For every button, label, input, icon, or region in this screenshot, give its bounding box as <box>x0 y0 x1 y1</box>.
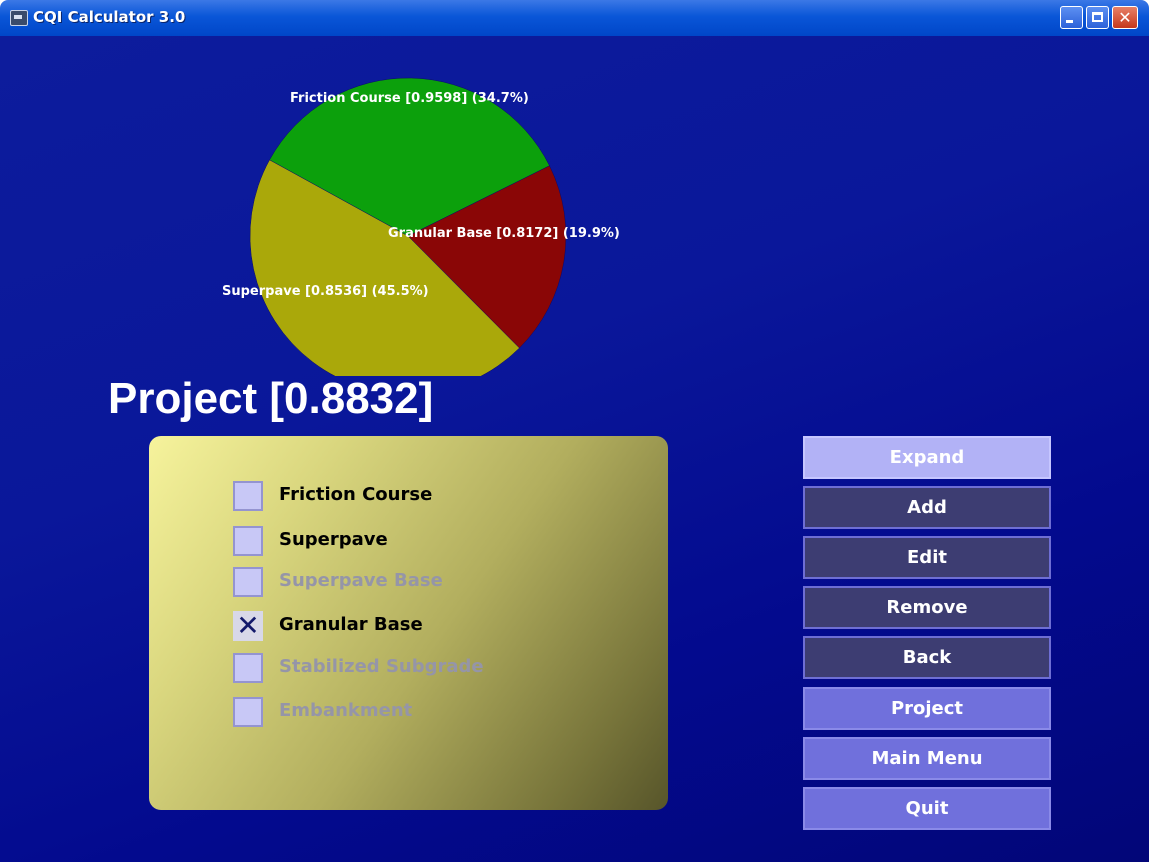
checkbox-granular-base[interactable]: ✕ <box>233 611 263 641</box>
add-button[interactable]: Add <box>803 486 1051 529</box>
client-area: Friction Course [0.9598] (34.7%) Granula… <box>0 36 1149 862</box>
layer-label: Superpave <box>279 529 388 550</box>
check-x-icon: ✕ <box>236 609 260 642</box>
layer-label: Superpave Base <box>279 570 443 591</box>
edit-button[interactable]: Edit <box>803 536 1051 579</box>
title-bar[interactable]: CQI Calculator 3.0 ✕ <box>0 0 1149 36</box>
layer-label: Granular Base <box>279 614 423 635</box>
checkbox-embankment <box>233 697 263 727</box>
app-window: CQI Calculator 3.0 ✕ Friction Course [0.… <box>0 0 1149 862</box>
layer-label: Embankment <box>279 700 413 721</box>
layer-label: Friction Course <box>279 484 433 505</box>
back-button[interactable]: Back <box>803 636 1051 679</box>
quit-button[interactable]: Quit <box>803 787 1051 830</box>
pie-chart: Friction Course [0.9598] (34.7%) Granula… <box>222 77 620 376</box>
checkbox-friction-course[interactable] <box>233 481 263 511</box>
close-button[interactable]: ✕ <box>1112 6 1138 29</box>
checkbox-superpave[interactable] <box>233 526 263 556</box>
maximize-button[interactable] <box>1086 6 1109 29</box>
checkbox-superpave-base <box>233 567 263 597</box>
checkbox-stabilized-subgrade <box>233 653 263 683</box>
expand-button[interactable]: Expand <box>803 436 1051 479</box>
minimize-button[interactable] <box>1060 6 1083 29</box>
window-title: CQI Calculator 3.0 <box>33 8 186 26</box>
layer-label: Stabilized Subgrade <box>279 656 484 677</box>
project-title: Project [0.8832] <box>108 374 434 423</box>
pie-label-granular-base: Granular Base [0.8172] (19.9%) <box>388 226 620 241</box>
project-button[interactable]: Project <box>803 687 1051 730</box>
pie-label-superpave: Superpave [0.8536] (45.5%) <box>222 284 429 299</box>
remove-button[interactable]: Remove <box>803 586 1051 629</box>
app-icon <box>10 10 28 26</box>
layer-list-panel: Friction Course Superpave Superpave Base… <box>149 436 668 810</box>
pie-label-friction-course: Friction Course [0.9598] (34.7%) <box>290 91 529 106</box>
close-icon: ✕ <box>1118 8 1132 27</box>
main-menu-button[interactable]: Main Menu <box>803 737 1051 780</box>
